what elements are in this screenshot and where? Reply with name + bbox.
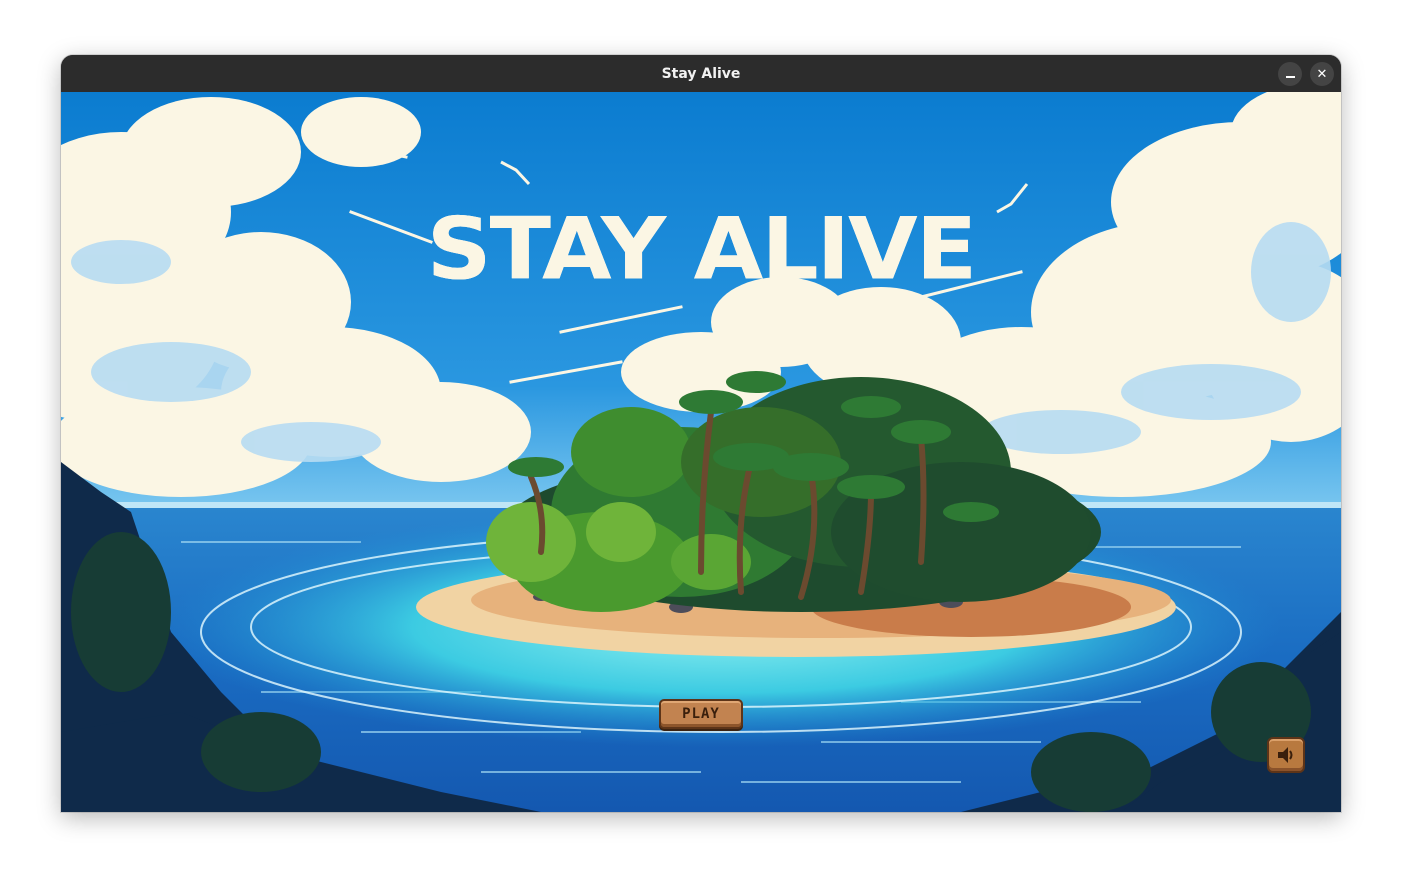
game-title-logo: STAY ALIVE <box>426 199 977 300</box>
game-window: Stay Alive ✕ STAY ALIVE PLAY <box>61 55 1341 812</box>
sound-toggle-button[interactable] <box>1267 737 1305 773</box>
speaker-icon <box>1278 747 1293 763</box>
close-button[interactable]: ✕ <box>1310 62 1334 86</box>
play-button[interactable]: PLAY <box>659 699 743 729</box>
game-scene: STAY ALIVE PLAY <box>61 92 1341 812</box>
title-bar: Stay Alive ✕ <box>61 55 1341 92</box>
window-title: Stay Alive <box>661 65 741 82</box>
minimize-icon <box>1285 76 1295 78</box>
close-icon: ✕ <box>1316 66 1328 82</box>
play-button-label: PLAY <box>682 706 720 722</box>
minimize-button[interactable] <box>1278 62 1302 86</box>
